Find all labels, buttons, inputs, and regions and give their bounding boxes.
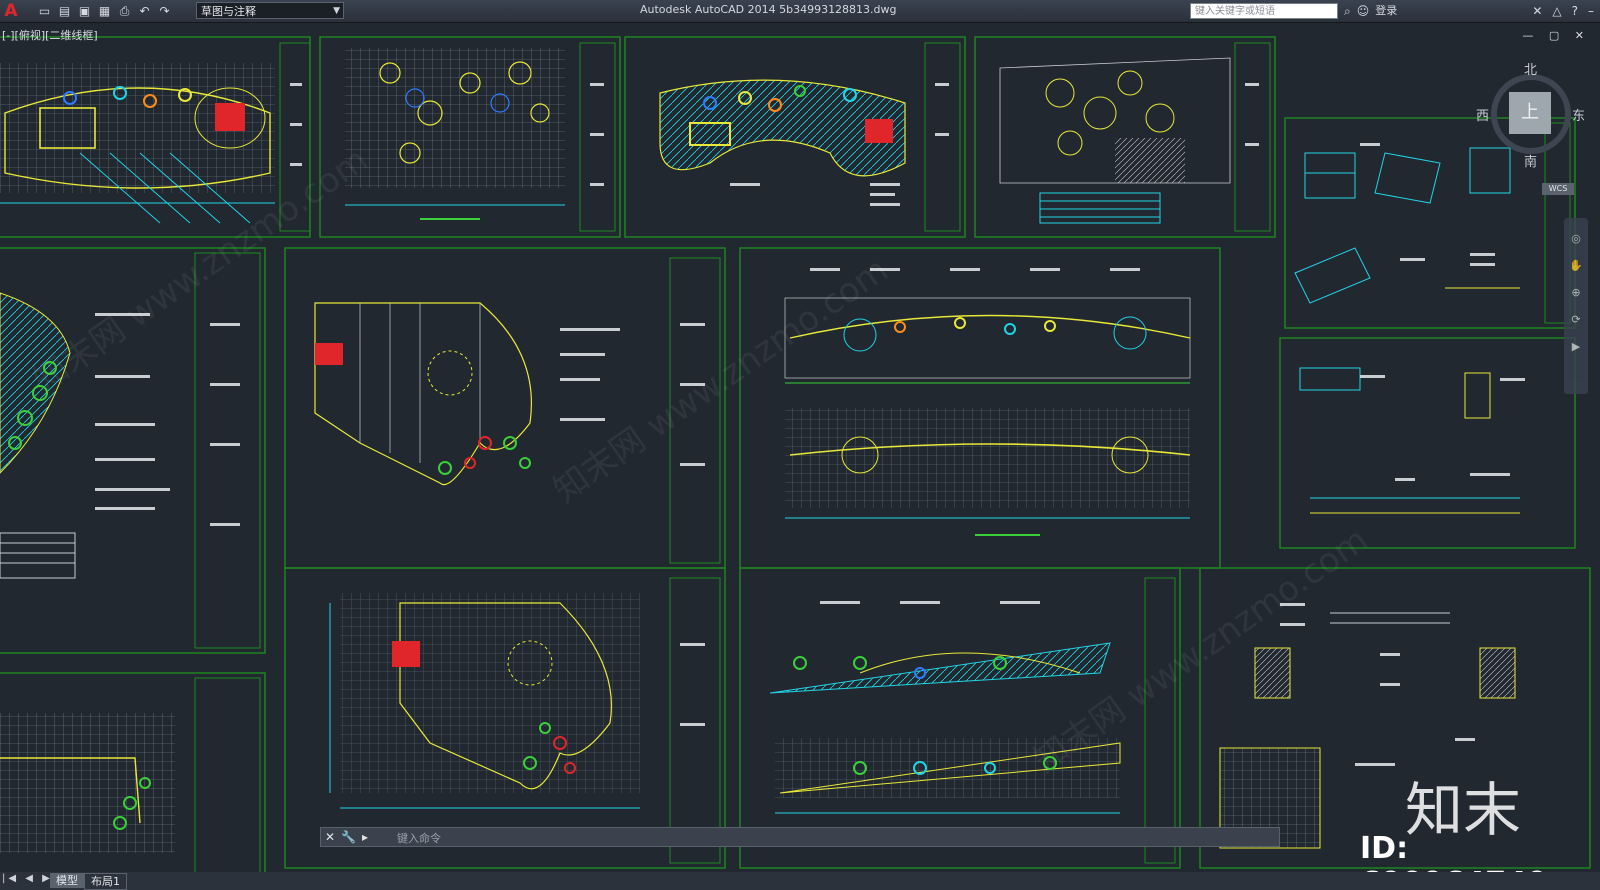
drawing-viewport[interactable]: [-][俯视][二维线框] — ▢ ✕ 上 北 南 西 东 WCS ◎ ✋ ⊕ … (0, 23, 1600, 873)
minimize-icon[interactable]: – (1588, 3, 1594, 19)
plan-3 (659, 79, 906, 206)
compass-south[interactable]: 南 (1524, 151, 1537, 170)
compass-east[interactable]: 东 (1572, 105, 1585, 124)
plan-lower-left (0, 713, 175, 853)
layout-tabs-bar: |◀ ◀ ▶ ▶| 模型 布局1 (0, 872, 1600, 890)
details-middle (1299, 367, 1525, 514)
viewport-label[interactable]: [-][俯视][二维线框] (2, 27, 98, 43)
search-input[interactable]: 键入关键字或短语 (1190, 3, 1338, 19)
plan-2 (345, 48, 565, 220)
command-line-icons: ✕ 🔧 ▸ (325, 829, 368, 845)
viewport-window-controls[interactable]: — ▢ ✕ (1522, 29, 1590, 42)
plan-4 (999, 57, 1231, 224)
help-icon[interactable]: ? (1572, 3, 1578, 19)
viewcube[interactable]: 上 北 南 西 东 WCS (1476, 59, 1586, 195)
new-icon[interactable]: ▭ (36, 3, 53, 19)
command-line[interactable]: ✕ 🔧 ▸ 键入命令 (320, 827, 1280, 847)
quick-access-toolbar: ▭ ▤ ▣ ▦ ⎙ ↶ ↷ (36, 3, 173, 19)
compass-west[interactable]: 西 (1476, 105, 1489, 124)
zoom-icon[interactable]: ⊕ (1564, 286, 1588, 299)
redo-icon[interactable]: ↷ (156, 3, 173, 19)
login-link[interactable]: 登录 (1375, 3, 1397, 19)
workspace-select[interactable]: 草图与注释 ▼ (196, 2, 344, 19)
tab-model[interactable]: 模型 (50, 873, 84, 888)
plan-6 (329, 593, 640, 809)
window-actions: ✕ △ ? – (1532, 3, 1594, 19)
navigation-bar[interactable]: ◎ ✋ ⊕ ⟳ ▶ (1564, 218, 1588, 394)
steering-wheel-icon[interactable]: ◎ (1564, 232, 1588, 245)
elevation-3 (769, 601, 1111, 694)
id-watermark: ID: 690964749 (1360, 831, 1548, 873)
title-bar: A ▭ ▤ ▣ ▦ ⎙ ↶ ↷ 草图与注释 ▼ Autodesk AutoCAD… (0, 0, 1600, 23)
showmotion-icon[interactable]: ▶ (1564, 340, 1588, 353)
autocad-logo-icon[interactable]: A (2, 1, 20, 21)
a360-icon[interactable]: △ (1552, 3, 1561, 19)
close-icon[interactable]: ✕ (325, 829, 335, 845)
wcs-menu[interactable]: WCS (1542, 183, 1574, 195)
exchange-icon[interactable]: ✕ (1532, 3, 1542, 19)
command-prompt-icon[interactable]: ▸ (362, 829, 368, 845)
binoculars-icon[interactable]: ⌕ (1344, 3, 1351, 19)
saveas-icon[interactable]: ▦ (96, 3, 113, 19)
plan-1 (0, 63, 275, 224)
viewcube-top-face[interactable]: 上 (1509, 92, 1551, 134)
plot-icon[interactable]: ⎙ (116, 3, 133, 19)
tab-layout1[interactable]: 布局1 (84, 873, 127, 890)
command-input[interactable]: 键入命令 (397, 830, 441, 846)
window-title: Autodesk AutoCAD 2014 5b34993128813.dwg (640, 3, 897, 16)
user-icon[interactable]: ☺ (1357, 3, 1370, 19)
infocenter: ⌕ ☺ 登录 (1344, 3, 1397, 19)
compass-north[interactable]: 北 (1524, 59, 1537, 78)
save-icon[interactable]: ▣ (76, 3, 93, 19)
pan-icon[interactable]: ✋ (1564, 259, 1588, 272)
open-icon[interactable]: ▤ (56, 3, 73, 19)
wrench-icon[interactable]: 🔧 (341, 829, 356, 845)
undo-icon[interactable]: ↶ (136, 3, 153, 19)
orbit-icon[interactable]: ⟳ (1564, 313, 1588, 326)
workspace-label: 草图与注释 (201, 5, 256, 18)
drawing-canvas[interactable] (0, 23, 1600, 873)
elevation-2 (785, 408, 1191, 536)
chevron-down-icon: ▼ (333, 6, 340, 16)
